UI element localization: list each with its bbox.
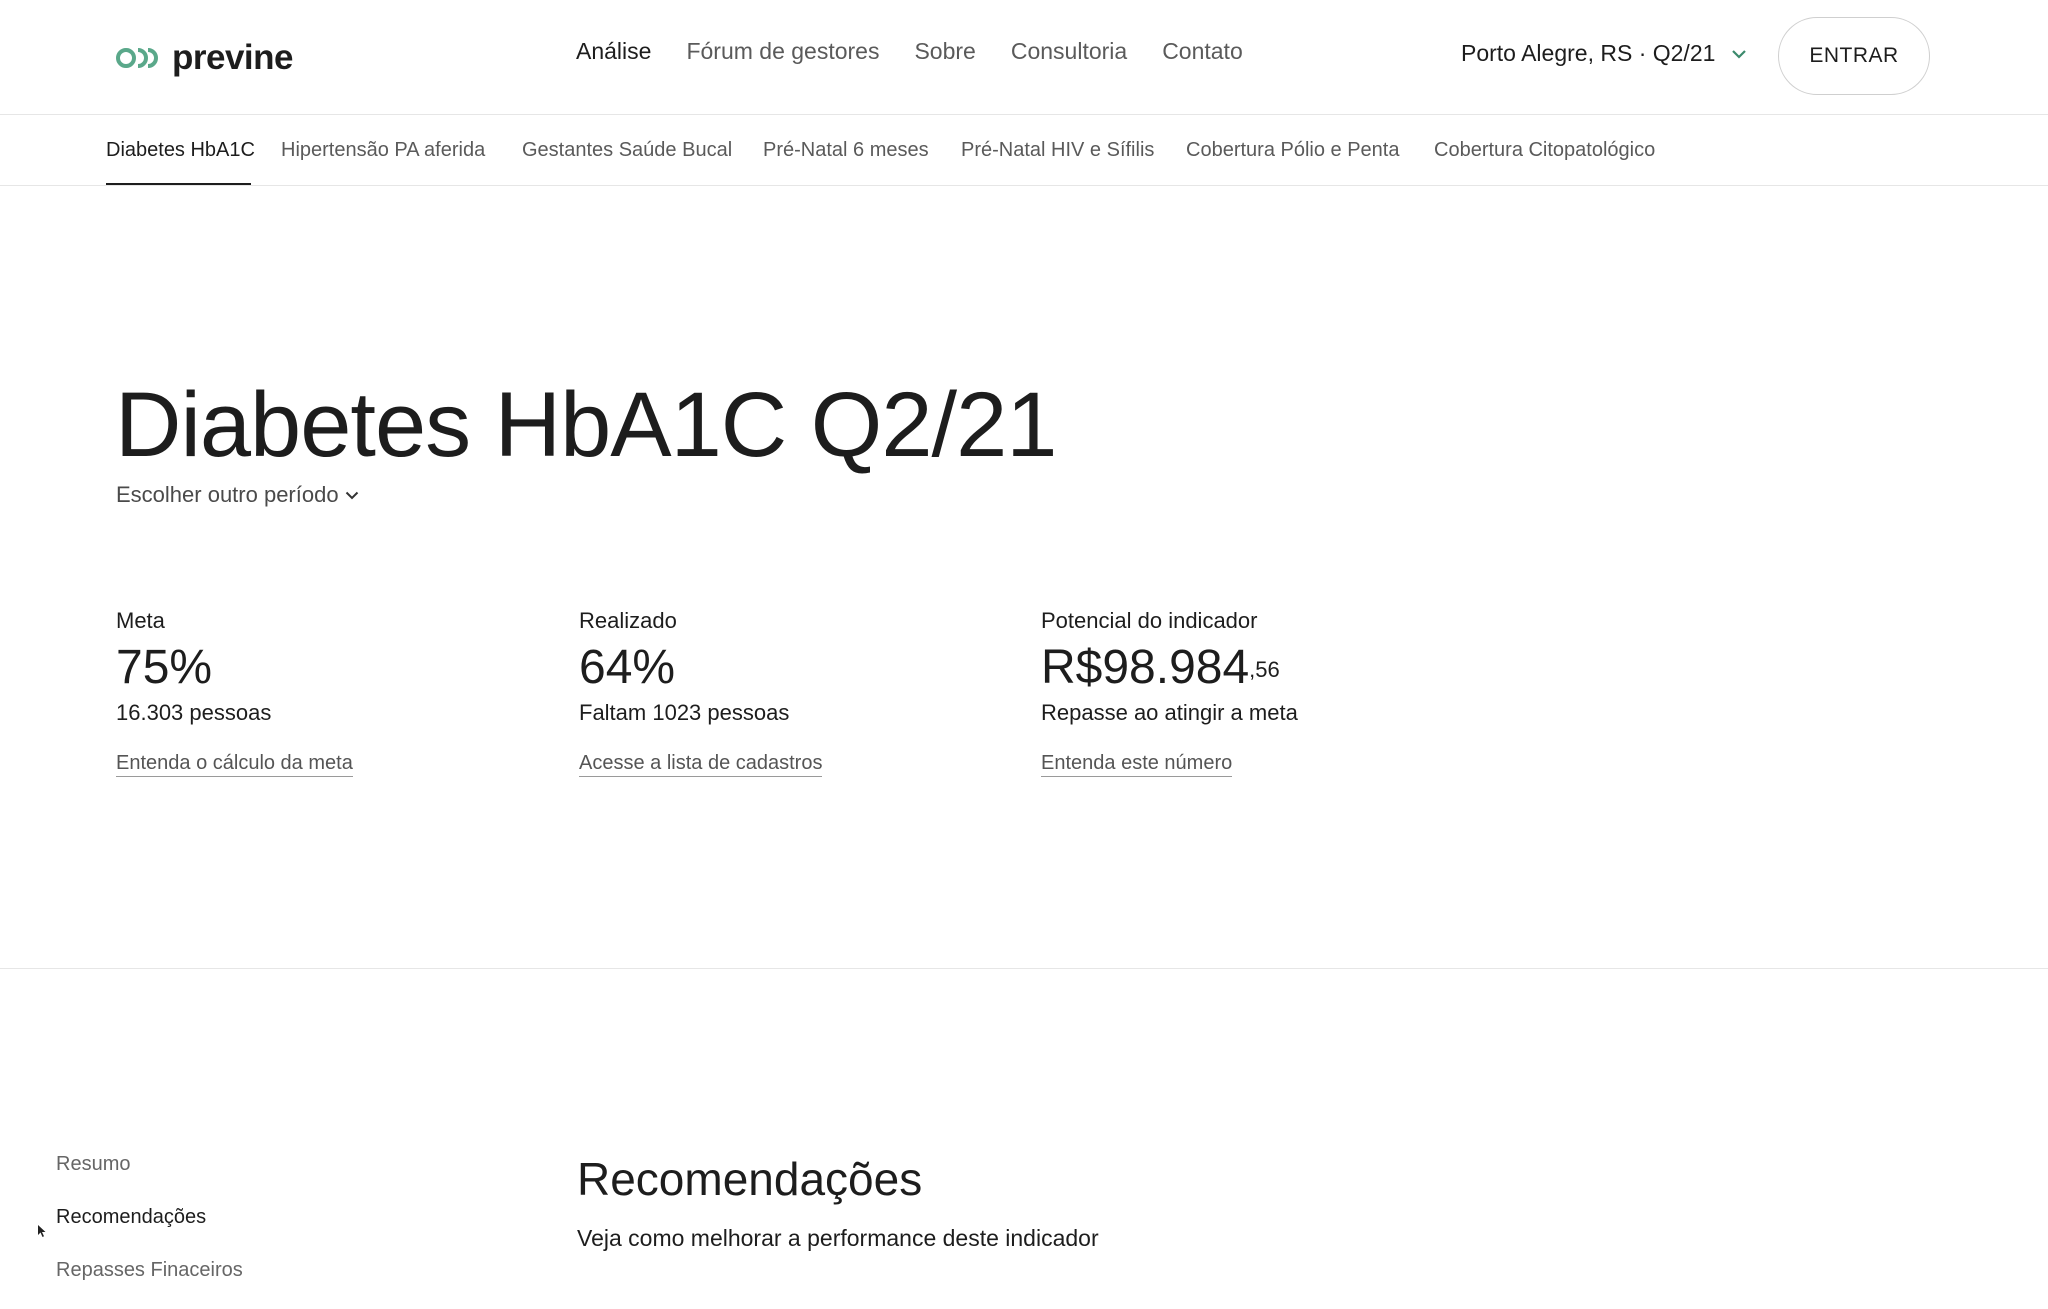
metric-value: 64% — [579, 641, 676, 694]
section-side-nav: Resumo Recomendações Repasses Finaceiros — [56, 1150, 243, 1309]
metric-subtext: 16.303 pessoas — [116, 700, 272, 725]
location-label: Porto Alegre, RS · Q2/21 — [1461, 40, 1716, 66]
nav-analise[interactable]: Análise — [576, 38, 651, 65]
recommendations-subtitle: Veja como melhorar a performance deste i… — [577, 1225, 1099, 1251]
tab-citopatologico[interactable]: Cobertura Citopatológico — [1434, 139, 1655, 162]
active-tab-indicator — [106, 183, 251, 185]
indicator-tabs: Diabetes HbA1C Hipertensão PA aferida Ge… — [0, 115, 2048, 186]
tab-polio-penta[interactable]: Cobertura Pólio e Penta — [1186, 139, 1399, 162]
brand-name: previne — [172, 38, 294, 77]
chevron-down-icon — [345, 491, 358, 499]
tab-diabetes[interactable]: Diabetes HbA1C — [106, 139, 255, 162]
tab-prenatal-hiv[interactable]: Pré-Natal HIV e Sífilis — [961, 139, 1154, 162]
metric-cents: ,56 — [1249, 657, 1280, 682]
side-nav-resumo[interactable]: Resumo — [56, 1150, 243, 1178]
side-nav-repasses[interactable]: Repasses Finaceiros — [56, 1256, 243, 1284]
mouse-cursor-icon — [38, 1225, 46, 1237]
location-selector[interactable]: Porto Alegre, RS · Q2/21 — [1461, 40, 1747, 67]
number-explain-link[interactable]: Entenda este número — [1041, 752, 1233, 777]
metric-value: 75% — [116, 641, 213, 694]
meta-calc-link[interactable]: Entenda o cálculo da meta — [116, 752, 353, 777]
page-title: Diabetes HbA1C Q2/21 — [115, 374, 1057, 476]
nav-consultoria[interactable]: Consultoria — [1011, 38, 1127, 65]
previne-logo-icon — [116, 48, 158, 68]
main-nav: Análise Fórum de gestores Sobre Consulto… — [576, 38, 1243, 65]
nav-sobre[interactable]: Sobre — [914, 38, 975, 65]
metric-realizado: Realizado 64% Faltam 1023 pessoas Acesse… — [579, 606, 823, 777]
metric-label: Meta — [116, 608, 165, 633]
nav-forum[interactable]: Fórum de gestores — [686, 38, 879, 65]
chevron-down-icon — [1732, 49, 1747, 59]
metric-label: Realizado — [579, 608, 677, 633]
period-selector[interactable]: Escolher outro período — [116, 482, 359, 508]
period-label: Escolher outro período — [116, 482, 339, 507]
tab-prenatal-6[interactable]: Pré-Natal 6 meses — [763, 139, 929, 162]
side-nav-recomendacoes[interactable]: Recomendações — [56, 1203, 243, 1231]
metric-value: R$98.984,56 — [1041, 641, 1280, 694]
top-header: previne Análise Fórum de gestores Sobre … — [0, 0, 2048, 115]
metric-subtext: Repasse ao atingir a meta — [1041, 700, 1298, 725]
metric-label: Potencial do indicador — [1041, 608, 1258, 633]
recommendations-title: Recomendações — [577, 1153, 923, 1205]
tab-gestantes[interactable]: Gestantes Saúde Bucal — [522, 139, 732, 162]
metric-potencial: Potencial do indicador R$98.984,56 Repas… — [1041, 606, 1298, 777]
metric-meta: Meta 75% 16.303 pessoas Entenda o cálcul… — [116, 606, 353, 777]
brand-logo[interactable]: previne — [116, 38, 294, 78]
nav-contato[interactable]: Contato — [1162, 38, 1243, 65]
metric-subtext: Faltam 1023 pessoas — [579, 700, 790, 725]
cadastros-list-link[interactable]: Acesse a lista de cadastros — [579, 752, 823, 777]
tab-hipertensao[interactable]: Hipertensão PA aferida — [281, 139, 485, 162]
login-button[interactable]: ENTRAR — [1778, 17, 1930, 95]
section-divider — [0, 968, 2048, 969]
